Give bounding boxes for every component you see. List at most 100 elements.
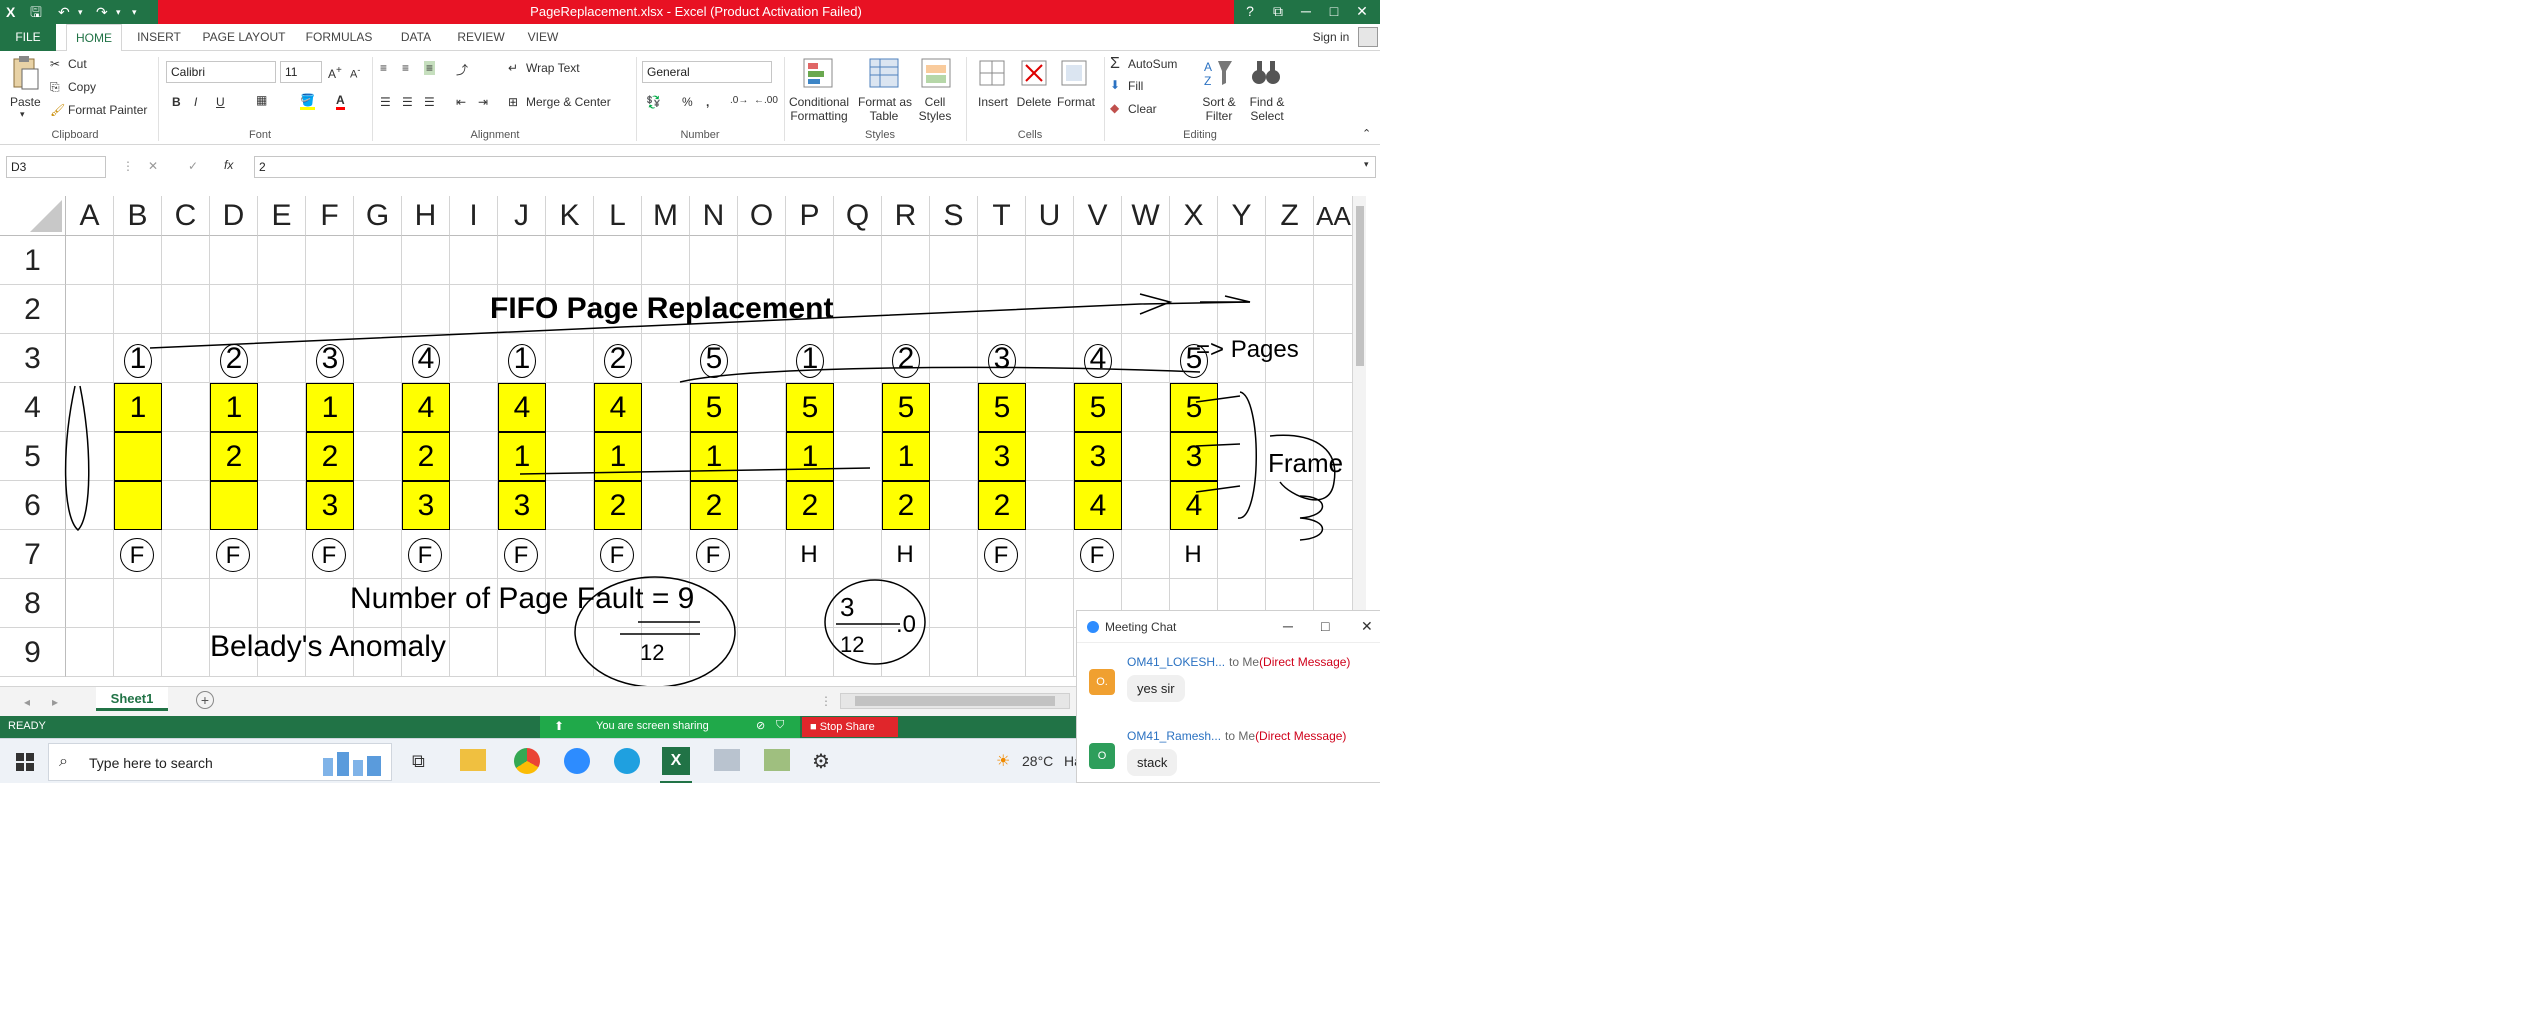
borders-icon[interactable]: ▦ <box>256 93 267 107</box>
cut-button[interactable]: Cut <box>68 57 87 71</box>
fill-button[interactable]: Fill <box>1128 79 1143 93</box>
font-color-icon[interactable]: A <box>336 93 345 110</box>
comma-style-button[interactable]: , <box>706 95 709 109</box>
tab-page-layout[interactable]: PAGE LAYOUT <box>198 24 290 51</box>
chat-maximize-button[interactable]: □ <box>1321 618 1329 634</box>
wrap-text-button[interactable]: Wrap Text <box>526 61 580 75</box>
tab-insert[interactable]: INSERT <box>130 24 188 51</box>
paste-dropdown-icon[interactable]: ▾ <box>20 109 25 120</box>
save-icon[interactable]: 🖫 <box>30 2 42 22</box>
task-view-icon[interactable]: ⧉ <box>412 751 425 772</box>
prev-sheet-icon[interactable]: ◂ <box>24 695 30 709</box>
format-cells-button[interactable]: Format <box>1054 95 1098 109</box>
formula-input[interactable]: 2 <box>254 156 1376 178</box>
cell-styles-button[interactable]: Cell <box>912 95 958 109</box>
minimize-button[interactable]: ─ <box>1292 0 1320 24</box>
middle-align-icon[interactable]: ≡ <box>402 61 409 75</box>
customize-qat-icon[interactable]: ▾ <box>132 2 137 22</box>
align-center-icon[interactable]: ☰ <box>402 95 413 109</box>
clear-button[interactable]: Clear <box>1128 102 1157 116</box>
sign-in-link[interactable]: Sign in <box>1302 24 1360 51</box>
align-right-icon[interactable]: ☰ <box>424 95 435 109</box>
conditional-formatting-button[interactable]: Conditional <box>788 95 850 109</box>
format-as-table-button[interactable]: Format as <box>858 95 912 109</box>
font-size-select[interactable]: 11 <box>280 61 322 83</box>
chat-sender[interactable]: OM41_Ramesh... <box>1127 729 1221 743</box>
autosum-button[interactable]: AutoSum <box>1128 57 1177 71</box>
increase-decimal-icon[interactable]: .0→ <box>730 95 748 106</box>
next-sheet-icon[interactable]: ▸ <box>52 695 58 709</box>
horizontal-scrollbar[interactable] <box>840 693 1070 709</box>
find-select-icon[interactable] <box>1250 57 1282 89</box>
decrease-decimal-icon[interactable]: ←.00 <box>754 95 778 106</box>
chat-close-button[interactable]: ✕ <box>1361 618 1373 635</box>
horizontal-scroll-thumb[interactable] <box>855 696 1055 706</box>
font-name-select[interactable]: Calibri <box>166 61 276 83</box>
sharing-security-icon[interactable]: ⛉ <box>776 719 784 732</box>
tab-formulas[interactable]: FORMULAS <box>298 24 380 51</box>
underline-button[interactable]: U <box>216 95 225 109</box>
align-left-icon[interactable]: ☰ <box>380 95 391 109</box>
percent-style-button[interactable]: % <box>682 95 693 109</box>
chat-minimize-button[interactable]: ─ <box>1283 618 1293 634</box>
chrome-icon[interactable] <box>514 748 540 774</box>
format-cells-icon[interactable] <box>1060 57 1090 89</box>
zoom-icon[interactable] <box>564 748 590 774</box>
undo-dropdown-icon[interactable]: ▾ <box>78 2 83 22</box>
paint-icon[interactable] <box>764 749 790 771</box>
increase-indent-icon[interactable]: ⇥ <box>478 95 488 109</box>
excel-taskbar-icon[interactable]: X <box>662 747 690 775</box>
undo-icon[interactable]: ↶ <box>58 2 70 22</box>
new-sheet-button[interactable]: + <box>196 691 214 709</box>
confirm-entry-icon[interactable]: ✓ <box>188 159 198 173</box>
sheet-tab-sheet1[interactable]: Sheet1 <box>96 687 168 711</box>
italic-button[interactable]: I <box>194 95 197 109</box>
redo-dropdown-icon[interactable]: ▾ <box>116 2 121 22</box>
tab-view[interactable]: VIEW <box>518 24 568 51</box>
edge-icon[interactable] <box>614 748 640 774</box>
copy-button[interactable]: Copy <box>68 80 96 94</box>
name-box[interactable]: D3 <box>6 156 106 178</box>
insert-function-icon[interactable]: fx <box>224 158 233 172</box>
account-avatar-icon[interactable] <box>1358 27 1378 47</box>
tab-file[interactable]: FILE <box>0 24 56 51</box>
redo-icon[interactable]: ↷ <box>96 2 108 22</box>
settings-icon[interactable]: ⚙ <box>812 749 830 774</box>
orientation-icon[interactable]: ⤴ <box>456 61 468 78</box>
decrease-indent-icon[interactable]: ⇤ <box>456 95 466 109</box>
cancel-entry-icon[interactable]: ✕ <box>148 159 158 173</box>
format-as-table-icon[interactable] <box>868 57 900 89</box>
chat-sender[interactable]: OM41_LOKESH... <box>1127 655 1225 669</box>
paste-button[interactable]: Paste <box>10 95 41 109</box>
bold-button[interactable]: B <box>172 95 181 109</box>
sort-filter-button[interactable]: Sort & <box>1196 95 1242 109</box>
tab-data[interactable]: DATA <box>388 24 444 51</box>
tab-split-icon[interactable]: ⋮ <box>820 694 832 708</box>
stop-share-button[interactable]: ■ Stop Share <box>802 717 898 737</box>
tab-review[interactable]: REVIEW <box>450 24 512 51</box>
photos-icon[interactable] <box>714 749 740 771</box>
ribbon-display-options-button[interactable]: ⧉ <box>1264 0 1292 24</box>
taskbar-search-box[interactable]: ⌕ Type here to search <box>48 743 392 781</box>
insert-cells-icon[interactable] <box>978 57 1008 89</box>
bottom-align-icon[interactable]: ≡ <box>424 61 436 75</box>
close-button[interactable]: ✕ <box>1348 0 1376 24</box>
file-explorer-icon[interactable] <box>460 749 486 771</box>
accounting-format-icon[interactable]: 💱 <box>646 95 661 109</box>
delete-cells-icon[interactable] <box>1020 57 1050 89</box>
maximize-button[interactable]: □ <box>1320 0 1348 24</box>
delete-cells-button[interactable]: Delete <box>1012 95 1056 109</box>
cell-styles-icon[interactable] <box>920 57 952 89</box>
top-align-icon[interactable]: ≡ <box>380 61 387 75</box>
fill-color-icon[interactable]: 🪣 <box>300 93 315 110</box>
windows-start-icon[interactable] <box>16 753 34 771</box>
number-format-select[interactable]: General <box>642 61 772 83</box>
insert-cells-button[interactable]: Insert <box>974 95 1012 109</box>
paste-icon[interactable] <box>10 55 40 91</box>
tab-home[interactable]: HOME <box>66 24 122 52</box>
increase-font-icon[interactable]: A+ <box>328 65 342 81</box>
decrease-font-icon[interactable]: A- <box>350 65 360 81</box>
sort-filter-icon[interactable]: AZ <box>1202 57 1234 89</box>
merge-center-button[interactable]: Merge & Center <box>526 95 611 109</box>
format-painter-button[interactable]: Format Painter <box>68 103 147 117</box>
